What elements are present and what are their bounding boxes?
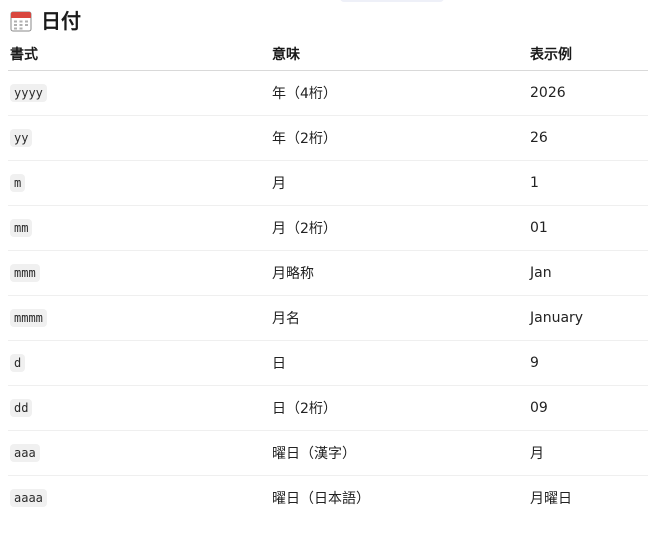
example-cell: 月曜日 <box>530 491 572 507</box>
date-format-table: 書式 意味 表示例 yyyy 年（4桁） 2026 yy 年（2桁） 26 m … <box>8 38 648 520</box>
example-cell: 2026 <box>528 70 648 116</box>
table-row: dd 日（2桁） 09 <box>8 385 648 431</box>
table-row: aaa 曜日（漢字） 月 <box>8 430 648 476</box>
format-cell: d <box>8 340 270 386</box>
meaning-cell: 曜日（漢字） <box>270 430 528 476</box>
header-meaning: 意味 <box>270 38 528 71</box>
format-code: mm <box>10 219 33 237</box>
table-row: mmm 月略称 Jan <box>8 250 648 296</box>
table-row: mm 月（2桁） 01 <box>8 205 648 251</box>
meaning-cell: 年（4桁） <box>270 70 528 116</box>
example-cell: 09 <box>528 385 648 431</box>
example-cell: 01 <box>528 205 648 251</box>
meaning-cell: 曜日（日本語） <box>272 491 370 507</box>
table-row: m 月 1 <box>8 160 648 206</box>
section-title: 日付 <box>41 9 81 33</box>
example-cell: 1 <box>528 160 648 206</box>
format-code: aaaa <box>10 489 47 507</box>
format-cell: mmm <box>8 250 270 296</box>
table-row: yy 年（2桁） 26 <box>8 115 648 161</box>
format-code: yy <box>10 129 33 147</box>
format-code: dd <box>10 399 33 417</box>
format-cell: aaa <box>8 430 270 476</box>
table-row: mmmm 月名 January <box>8 295 648 341</box>
table-row: yyyy 年（4桁） 2026 <box>8 70 648 116</box>
format-cell: mmmm <box>8 295 270 341</box>
format-cell: m <box>8 160 270 206</box>
format-code: d <box>10 354 26 372</box>
format-code: yyyy <box>10 84 47 102</box>
format-cell: dd <box>8 385 270 431</box>
format-code: mmm <box>10 264 40 282</box>
example-cell: Jan <box>528 250 648 296</box>
calendar-icon <box>10 11 32 32</box>
example-cell: 26 <box>528 115 648 161</box>
section-header: 日付 <box>10 8 81 34</box>
meaning-cell: 日（2桁） <box>270 385 528 431</box>
table-row: d 日 9 <box>8 340 648 386</box>
header-example: 表示例 <box>528 38 648 71</box>
meaning-cell: 月名 <box>270 295 528 341</box>
header-format: 書式 <box>8 38 270 71</box>
example-cell: 9 <box>528 340 648 386</box>
example-cell: January <box>528 295 648 341</box>
format-code: mmmm <box>10 309 47 327</box>
example-cell: 月 <box>528 430 648 476</box>
meaning-cell: 日 <box>270 340 528 386</box>
format-cell: mm <box>8 205 270 251</box>
format-cell: yyyy <box>8 70 270 116</box>
top-scroll-hint <box>340 0 444 2</box>
meaning-cell: 月 <box>270 160 528 206</box>
format-code: aaa <box>10 444 40 462</box>
table-row: aaaa 曜日（日本語） 月曜日 <box>8 476 648 521</box>
format-code: m <box>10 174 26 192</box>
meaning-cell: 月（2桁） <box>270 205 528 251</box>
meaning-cell: 月略称 <box>270 250 528 296</box>
format-cell: yy <box>8 115 270 161</box>
meaning-cell: 年（2桁） <box>270 115 528 161</box>
format-cell: aaaa <box>8 476 270 521</box>
table-header-row: 書式 意味 表示例 <box>8 38 648 71</box>
